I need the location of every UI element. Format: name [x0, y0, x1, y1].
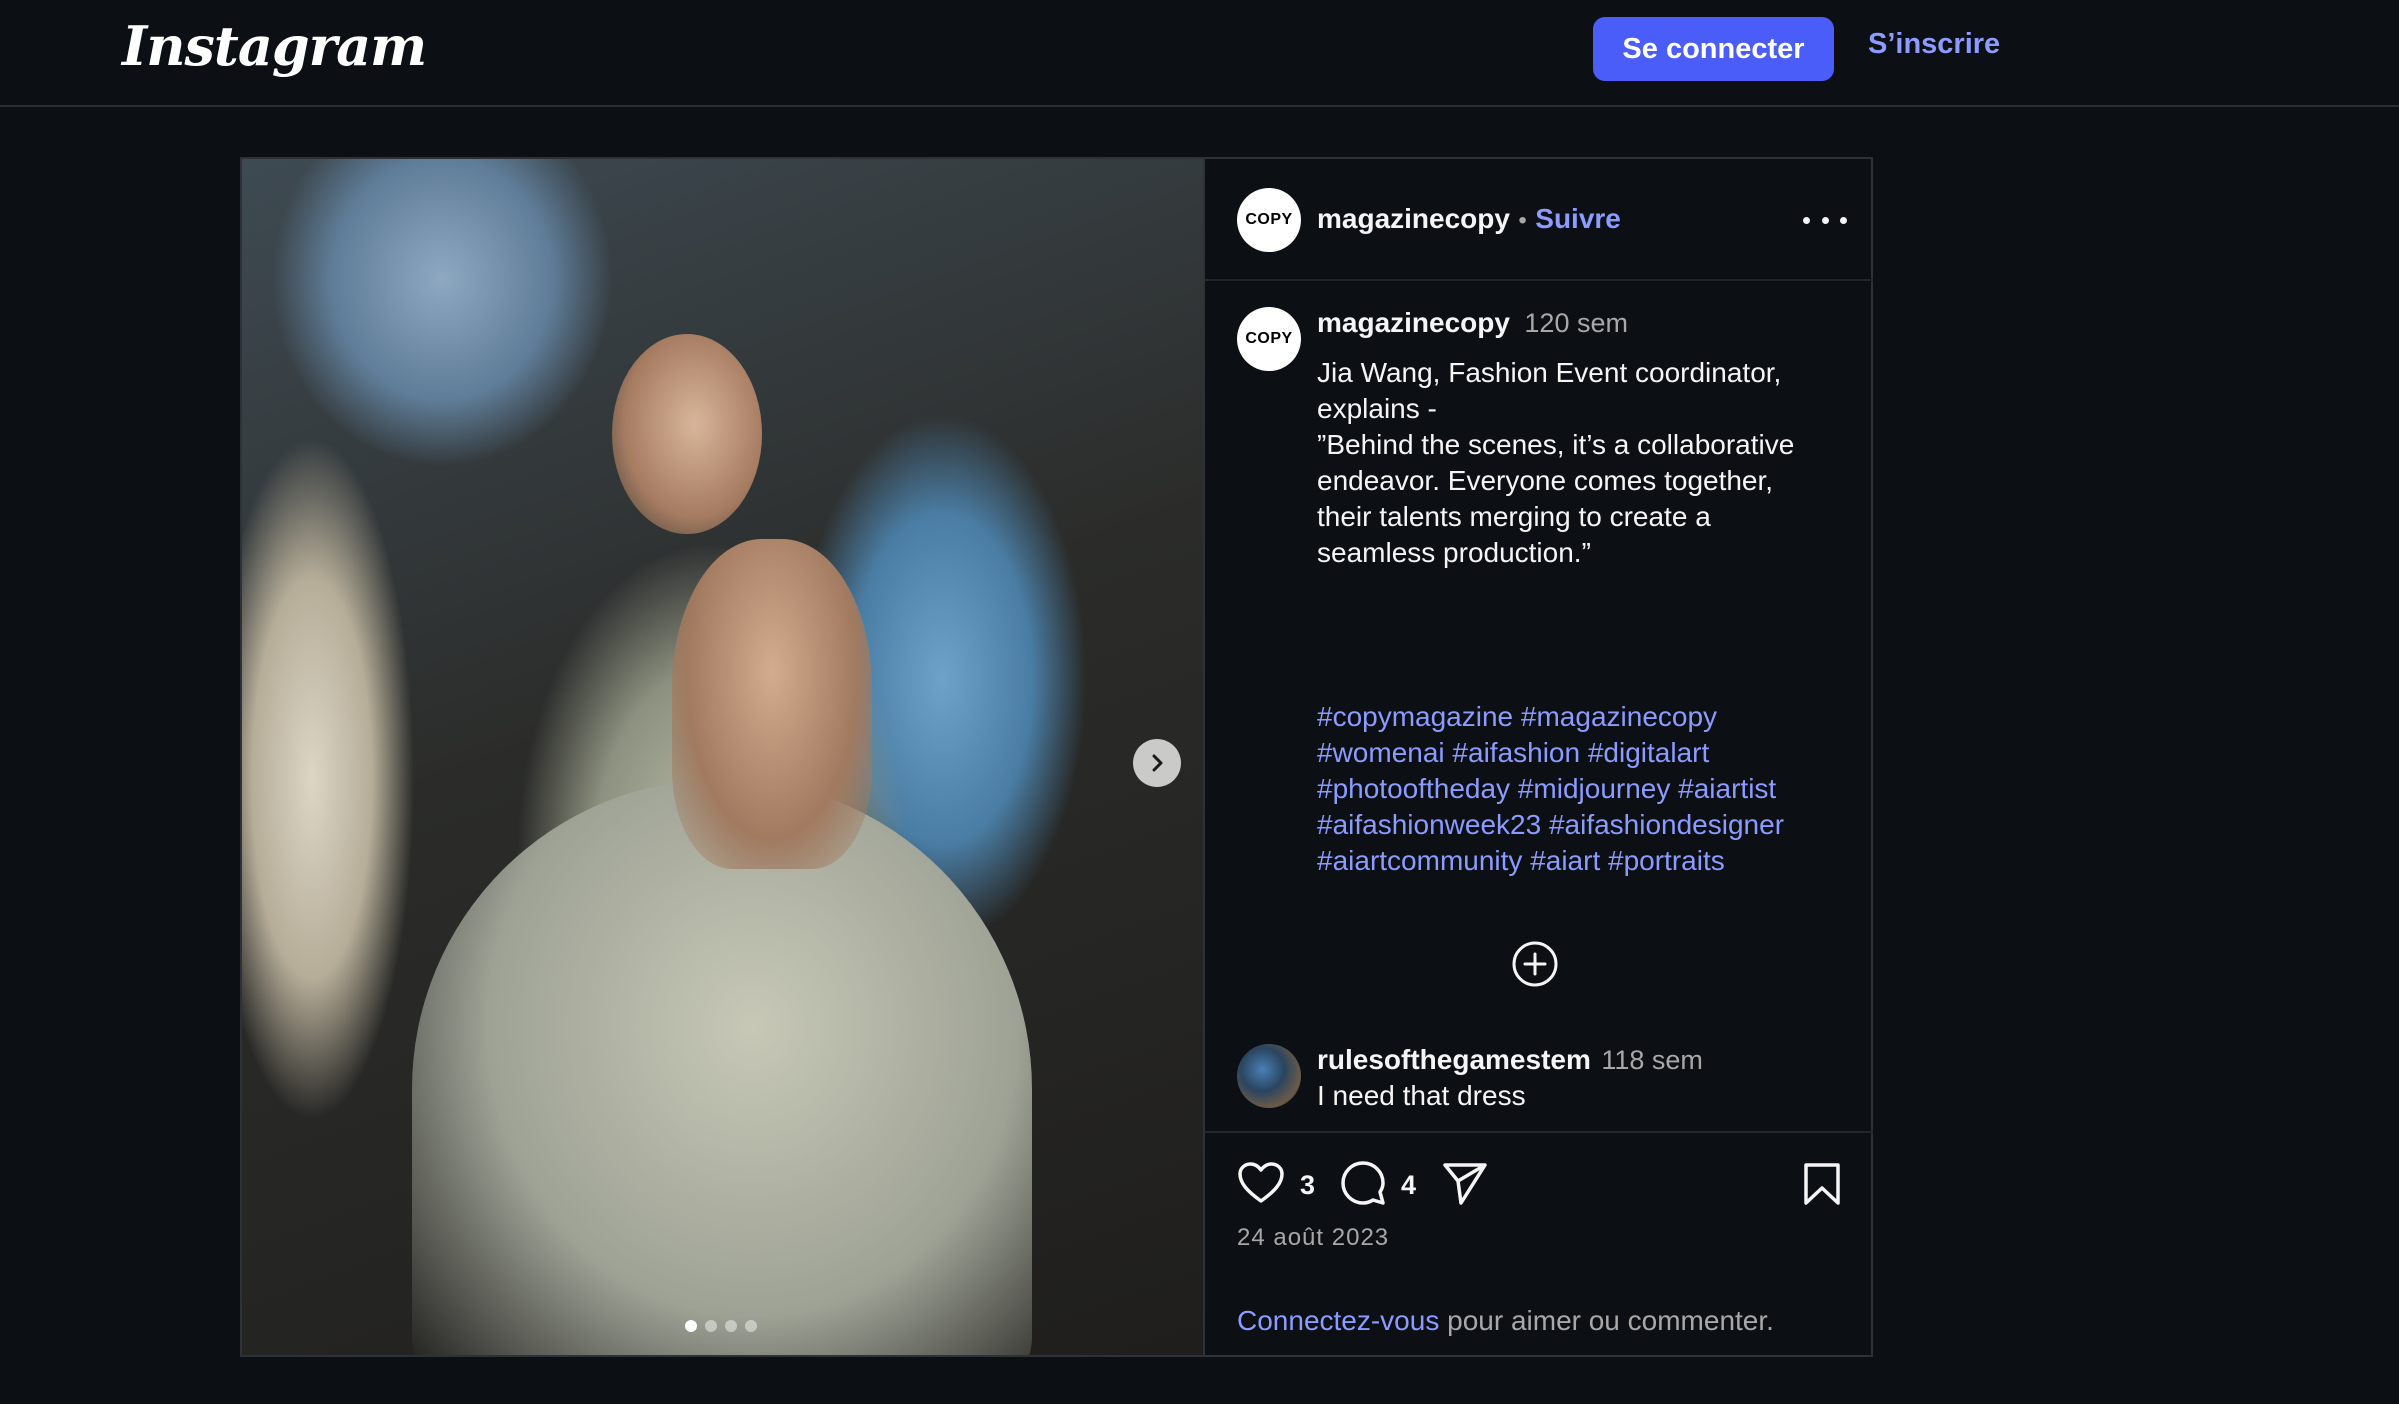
separator: • [1518, 207, 1527, 234]
post-card: COPY magazinecopy • Suivre COPY magazine… [240, 157, 1873, 1357]
carousel-dot [685, 1320, 697, 1332]
like-button[interactable] [1237, 1161, 1285, 1210]
hashtag-link[interactable]: #magazinecopy [1521, 701, 1717, 732]
hashtag-link[interactable]: #aiart [1530, 845, 1600, 876]
post-image[interactable] [242, 159, 1203, 1355]
carousel-next-button[interactable] [1133, 739, 1181, 787]
hashtag-link[interactable]: #aifashion [1452, 737, 1580, 768]
caption-header: magazinecopy 120 sem [1317, 307, 1628, 339]
hashtag-link[interactable]: #copymagazine [1317, 701, 1513, 732]
login-button[interactable]: Se connecter [1593, 17, 1834, 81]
commenter-username[interactable]: rulesofthegamestem [1317, 1044, 1591, 1075]
post-header: COPY magazinecopy • Suivre [1205, 159, 1873, 281]
author-username[interactable]: magazinecopy [1317, 203, 1510, 234]
image-head-shape [612, 334, 762, 534]
comments-count: 4 [1401, 1170, 1417, 1200]
more-options-icon[interactable] [1803, 203, 1847, 237]
follow-button[interactable]: Suivre [1535, 203, 1621, 234]
caption-line: Jia Wang, Fashion Event coordinator, [1317, 357, 1782, 388]
caption-line: their talents merging to create a [1317, 501, 1711, 532]
heart-icon [1238, 1162, 1284, 1203]
hashtag-link[interactable]: #aiartist [1678, 773, 1776, 804]
signup-link[interactable]: S’inscrire [1868, 28, 2000, 61]
comment-header: rulesofthegamestem 118 sem [1317, 1044, 1703, 1076]
hashtag-link[interactable]: #aifashiondesigner [1549, 809, 1784, 840]
comment-button[interactable] [1339, 1159, 1387, 1212]
carousel-dot [725, 1320, 737, 1332]
load-more-comments-button[interactable] [1510, 939, 1560, 989]
caption-line: explains - [1317, 393, 1437, 424]
bookmark-icon [1804, 1163, 1840, 1205]
post-date: 24 août 2023 [1237, 1224, 1390, 1251]
comment-age: 118 sem [1601, 1045, 1703, 1075]
author-avatar[interactable]: COPY [1237, 188, 1301, 252]
caption-avatar[interactable]: COPY [1237, 307, 1301, 371]
caption-line: seamless production.” [1317, 537, 1591, 568]
hashtag-link[interactable]: #womenai [1317, 737, 1445, 768]
hashtag-link[interactable]: #photooftheday [1317, 773, 1510, 804]
hashtag-link[interactable]: #aifashionweek23 [1317, 809, 1541, 840]
hashtag-link[interactable]: #aiartcommunity [1317, 845, 1522, 876]
caption-line: ”Behind the scenes, it’s a collaborative [1317, 429, 1795, 460]
top-bar: Instagram Se connecter S’inscrire [0, 0, 2399, 107]
chevron-right-icon [1152, 754, 1163, 772]
comment-icon [1341, 1161, 1385, 1205]
carousel-dot [745, 1320, 757, 1332]
actions-divider [1205, 1131, 1873, 1133]
hashtag-link[interactable]: #midjourney [1518, 773, 1671, 804]
post-sidebar: COPY magazinecopy • Suivre COPY magazine… [1203, 159, 1873, 1355]
carousel-dot [705, 1320, 717, 1332]
likes-count: 3 [1300, 1170, 1316, 1200]
comment-text: I need that dress [1317, 1080, 1526, 1111]
login-prompt-link[interactable]: Connectez-vous [1237, 1305, 1439, 1336]
image-figure-shape [672, 539, 872, 869]
commenter-avatar[interactable] [1237, 1044, 1301, 1108]
hashtag-link[interactable]: #portraits [1608, 845, 1725, 876]
share-button[interactable] [1441, 1161, 1489, 1212]
caption-age: 120 sem [1524, 308, 1628, 338]
caption-username[interactable]: magazinecopy [1317, 307, 1510, 338]
plus-circle-icon [1512, 941, 1558, 987]
author-line: magazinecopy • Suivre [1317, 203, 1621, 235]
caption-text: Jia Wang, Fashion Event coordinator, exp… [1317, 355, 1837, 571]
hashtag-link[interactable]: #digitalart [1588, 737, 1709, 768]
carousel-dots [685, 1320, 757, 1332]
hashtag-list: #copymagazine #magazinecopy #womenai #ai… [1317, 699, 1837, 879]
caption-line: endeavor. Everyone comes together, [1317, 465, 1774, 496]
share-icon [1443, 1163, 1487, 1205]
save-button[interactable] [1801, 1161, 1843, 1212]
login-prompt-text: pour aimer ou commenter. [1447, 1305, 1774, 1336]
instagram-logo[interactable]: Instagram [122, 14, 427, 78]
login-prompt: Connectez-vous pour aimer ou commenter. [1237, 1305, 1774, 1337]
